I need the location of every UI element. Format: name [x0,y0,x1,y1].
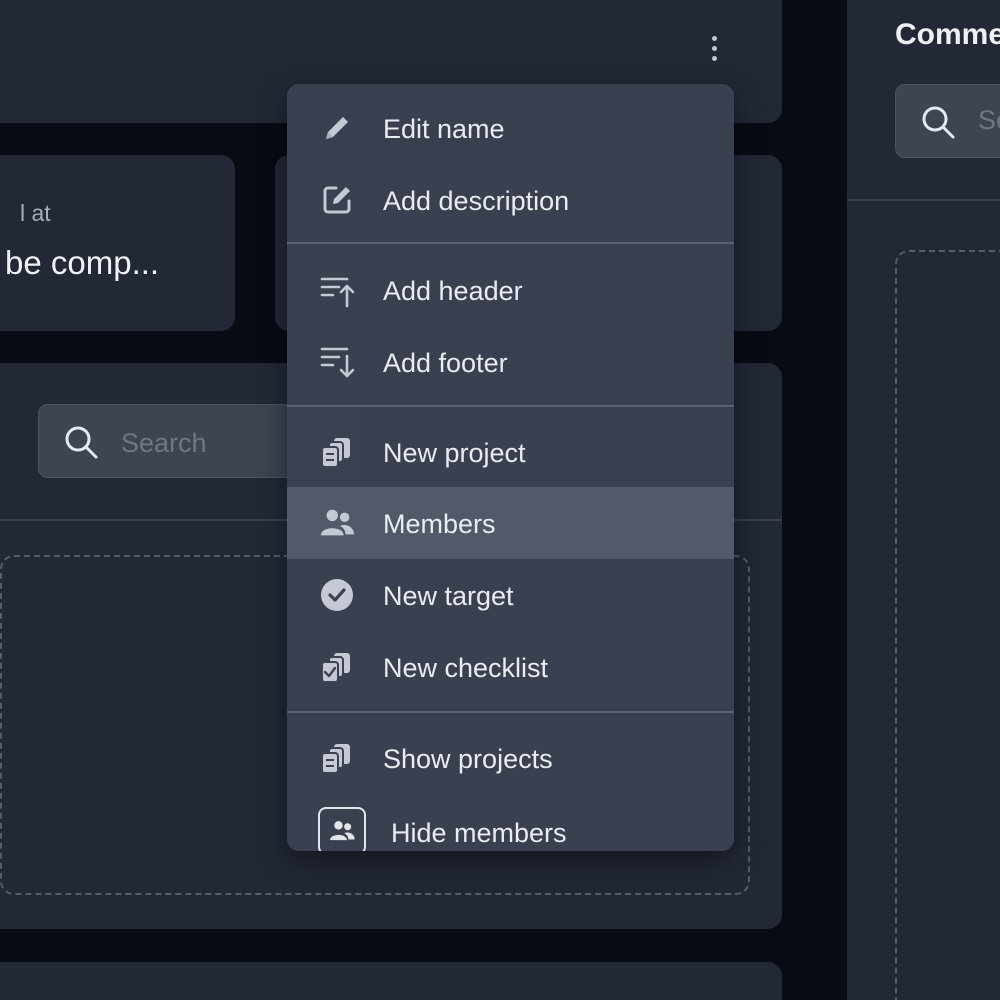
menu-item-label: Add description [383,186,570,216]
more-options-button[interactable] [700,30,728,66]
menu-item-edit-name[interactable]: Edit name [287,92,734,164]
menu-item-label: Add header [383,276,523,306]
menu-item-add-header[interactable]: Add header [287,254,734,326]
options-menu: Edit name Add description Add header Add… [287,84,734,851]
menu-item-label: New checklist [383,653,549,683]
stat-value: be comp... [5,244,160,281]
bottom-card [0,962,782,1000]
checklist-copy-icon [319,649,355,685]
menu-item-add-description[interactable]: Add description [287,164,734,236]
search-icon [65,426,98,459]
menu-separator [287,242,734,244]
search-placeholder: Search [121,428,207,458]
menu-item-add-footer[interactable]: Add footer [287,326,734,398]
page: l at be comp... Search Comme Se [0,0,1000,1000]
menu-item-label: Hide members [391,818,567,848]
users-icon [319,505,355,541]
menu-item-new-project[interactable]: New project [287,416,734,488]
edit-square-icon [319,182,355,218]
menu-item-label: Members [383,509,496,539]
check-circle-icon [319,577,355,613]
search-icon [922,106,955,139]
menu-separator [287,405,734,407]
sort-down-icon [319,344,355,380]
menu-item-label: New project [383,438,526,468]
stat-label: l at [20,200,51,226]
copy-document-icon [319,740,355,776]
menu-item-label: Show projects [383,744,553,774]
menu-item-members[interactable]: Members [287,487,734,559]
menu-item-label: New target [383,581,514,611]
menu-item-show-projects[interactable]: Show projects [287,722,734,794]
menu-separator [287,711,734,713]
pencil-icon [319,110,355,146]
menu-item-new-target[interactable]: New target [287,559,734,631]
comments-title: Comme [895,18,1000,51]
menu-item-new-checklist[interactable]: New checklist [287,631,734,703]
menu-item-label: Add footer [383,348,508,378]
divider [847,199,1000,201]
comments-search-input[interactable]: Se [895,84,1000,158]
users-box-icon [318,807,366,851]
kebab-vertical-icon [711,35,717,41]
stat-card [0,155,235,331]
sort-up-icon [319,272,355,308]
menu-item-label: Edit name [383,114,505,144]
menu-item-hide-members[interactable]: Hide members [287,799,734,851]
comments-search-placeholder: Se [978,105,1000,135]
comments-drop-zone[interactable] [895,250,1000,1000]
copy-document-icon [319,434,355,470]
